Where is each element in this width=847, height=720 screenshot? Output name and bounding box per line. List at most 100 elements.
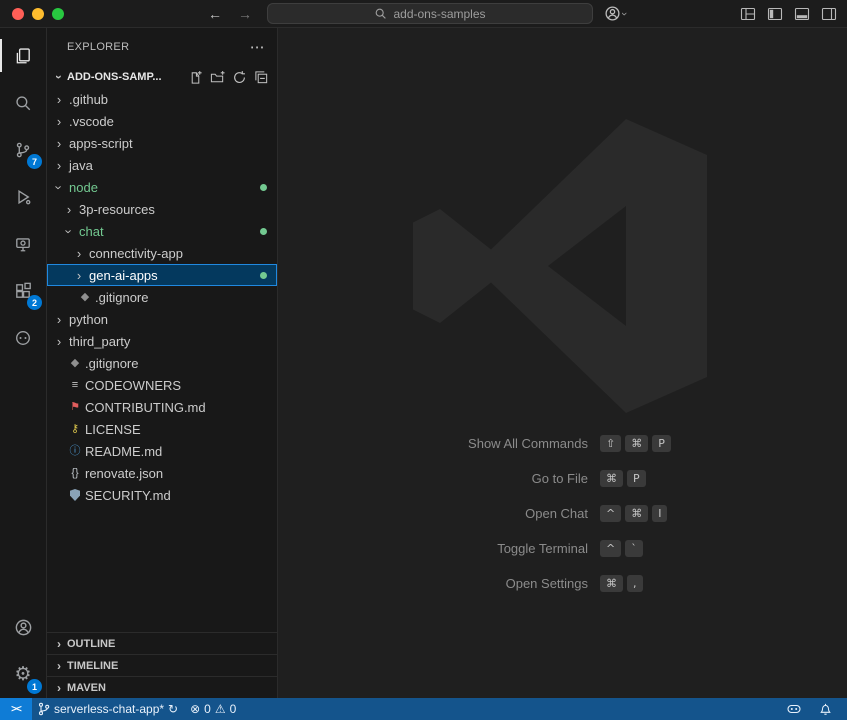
tree-item-label: SECURITY.md bbox=[85, 488, 171, 503]
shortcut-row: Go to File⌘P bbox=[278, 461, 847, 496]
chevron-icon[interactable]: › bbox=[51, 114, 67, 129]
tree-item-label: python bbox=[69, 312, 108, 327]
tree-item-folder[interactable]: ›java bbox=[47, 154, 277, 176]
command-center[interactable]: add-ons-samples bbox=[267, 3, 593, 24]
tree-item-file[interactable]: {}renovate.json bbox=[47, 462, 277, 484]
account-menu-button[interactable]: › bbox=[604, 5, 626, 22]
tree-item-folder[interactable]: ›3p-resources bbox=[47, 198, 277, 220]
keycap: P bbox=[652, 435, 671, 452]
tree-item-folder[interactable]: ›.vscode bbox=[47, 110, 277, 132]
toggle-panel-icon[interactable] bbox=[794, 6, 810, 22]
chevron-icon[interactable]: › bbox=[71, 268, 87, 283]
keycap: ⌘ bbox=[625, 435, 648, 452]
status-bar: >< serverless-chat-app* ↻ ⊗ 0 ⚠ 0 bbox=[0, 698, 847, 720]
settings-badge: 1 bbox=[27, 679, 42, 694]
activity-remote-explorer[interactable] bbox=[0, 220, 46, 267]
sidebar-panel-timeline[interactable]: ›TIMELINE bbox=[47, 654, 277, 676]
activity-search[interactable] bbox=[0, 79, 46, 126]
tree-item-label: CODEOWNERS bbox=[85, 378, 181, 393]
editor-area: Show All Commands⇧⌘PGo to File⌘POpen Cha… bbox=[278, 28, 847, 698]
activity-accounts[interactable] bbox=[0, 604, 46, 651]
activity-copilot[interactable] bbox=[0, 314, 46, 361]
more-actions-icon[interactable]: ⋯ bbox=[250, 38, 265, 56]
sidebar-panels: ›OUTLINE›TIMELINE›MAVEN bbox=[47, 632, 277, 698]
toggle-sidebar-right-icon[interactable] bbox=[821, 6, 837, 22]
remote-indicator[interactable]: >< bbox=[0, 698, 32, 720]
tree-item-folder[interactable]: ›chat bbox=[47, 220, 277, 242]
activity-explorer[interactable] bbox=[0, 32, 46, 79]
tree-item-file[interactable]: ◆.gitignore bbox=[47, 286, 277, 308]
tree-item-folder[interactable]: ›apps-script bbox=[47, 132, 277, 154]
panel-label: OUTLINE bbox=[67, 638, 115, 650]
tree-item-label: README.md bbox=[85, 444, 162, 459]
tree-item-label: .gitignore bbox=[95, 290, 148, 305]
activity-extensions[interactable]: 2 bbox=[0, 267, 46, 314]
tree-item-folder[interactable]: ›.github bbox=[47, 88, 277, 110]
chevron-icon[interactable]: › bbox=[62, 223, 77, 239]
vscode-window: ← → add-ons-samples › bbox=[0, 0, 847, 720]
notifications-item[interactable] bbox=[812, 698, 839, 720]
workspace-section-header[interactable]: › ADD-ONS-SAMP... bbox=[47, 66, 277, 88]
refresh-icon[interactable] bbox=[232, 70, 247, 85]
keycap: ⌘ bbox=[600, 470, 623, 487]
tree-item-label: node bbox=[69, 180, 98, 195]
back-icon[interactable]: ← bbox=[208, 6, 222, 22]
file-tree: ›.github›.vscode›apps-script›java›node›3… bbox=[47, 88, 277, 632]
tree-item-file[interactable]: ⚷LICENSE bbox=[47, 418, 277, 440]
tree-item-folder[interactable]: ›node bbox=[47, 176, 277, 198]
chevron-icon: › bbox=[51, 637, 67, 651]
tree-item-label: third_party bbox=[69, 334, 130, 349]
shortcut-label: Toggle Terminal bbox=[278, 541, 588, 556]
chevron-icon[interactable]: › bbox=[51, 136, 67, 151]
activity-run-debug[interactable] bbox=[0, 173, 46, 220]
tree-item-folder[interactable]: ›gen-ai-apps bbox=[47, 264, 277, 286]
close-button[interactable] bbox=[12, 8, 24, 20]
new-file-icon[interactable] bbox=[188, 70, 203, 85]
collapse-all-icon[interactable] bbox=[254, 70, 269, 85]
chevron-icon[interactable]: › bbox=[51, 92, 67, 107]
problems-status-item[interactable]: ⊗ 0 ⚠ 0 bbox=[184, 698, 242, 720]
forward-icon[interactable]: → bbox=[238, 6, 252, 22]
chevron-icon[interactable]: › bbox=[51, 334, 67, 349]
extensions-badge: 2 bbox=[27, 295, 42, 310]
tree-item-file[interactable]: ⓘREADME.md bbox=[47, 440, 277, 462]
branch-status-item[interactable]: serverless-chat-app* ↻ bbox=[32, 698, 184, 720]
tree-item-file[interactable]: ≡CODEOWNERS bbox=[47, 374, 277, 396]
shortcut-row: Open Chat^⌘I bbox=[278, 496, 847, 531]
chevron-icon: › bbox=[51, 681, 67, 695]
sidebar-title-row: EXPLORER ⋯ bbox=[47, 28, 277, 66]
sidebar-panel-maven[interactable]: ›MAVEN bbox=[47, 676, 277, 698]
warning-icon: ⚠ bbox=[215, 703, 226, 715]
sidebar-title: EXPLORER bbox=[67, 41, 129, 53]
shortcut-row: Open Settings⌘, bbox=[278, 566, 847, 601]
remote-explorer-icon bbox=[14, 235, 32, 253]
new-folder-icon[interactable] bbox=[210, 70, 225, 85]
chevron-icon[interactable]: › bbox=[51, 158, 67, 173]
list-icon: ≡ bbox=[67, 380, 83, 391]
tree-item-file[interactable]: SECURITY.md bbox=[47, 484, 277, 506]
customize-layout-icon[interactable] bbox=[740, 6, 756, 22]
git-branch-icon bbox=[38, 702, 50, 716]
zoom-button[interactable] bbox=[52, 8, 64, 20]
tree-item-file[interactable]: ⚑CONTRIBUTING.md bbox=[47, 396, 277, 418]
sidebar-panel-outline[interactable]: ›OUTLINE bbox=[47, 632, 277, 654]
copilot-status-item[interactable] bbox=[780, 698, 808, 720]
activity-source-control[interactable]: 7 bbox=[0, 126, 46, 173]
shield-icon bbox=[70, 489, 80, 501]
explorer-sidebar: EXPLORER ⋯ › ADD-ONS-SAMP... ›.github›.v… bbox=[47, 28, 278, 698]
toggle-sidebar-left-icon[interactable] bbox=[767, 6, 783, 22]
minimize-button[interactable] bbox=[32, 8, 44, 20]
chevron-icon[interactable]: › bbox=[71, 246, 87, 261]
activity-settings[interactable]: ⚙ 1 bbox=[0, 651, 46, 698]
tree-item-folder[interactable]: ›third_party bbox=[47, 330, 277, 352]
tree-item-folder[interactable]: ›python bbox=[47, 308, 277, 330]
error-icon: ⊗ bbox=[190, 703, 200, 715]
keycap: I bbox=[652, 505, 667, 522]
search-icon bbox=[374, 7, 387, 20]
chevron-icon[interactable]: › bbox=[52, 179, 67, 195]
chevron-icon[interactable]: › bbox=[61, 202, 77, 217]
tree-item-file[interactable]: ◆.gitignore bbox=[47, 352, 277, 374]
bell-icon bbox=[818, 702, 833, 717]
tree-item-folder[interactable]: ›connectivity-app bbox=[47, 242, 277, 264]
chevron-icon[interactable]: › bbox=[51, 312, 67, 327]
